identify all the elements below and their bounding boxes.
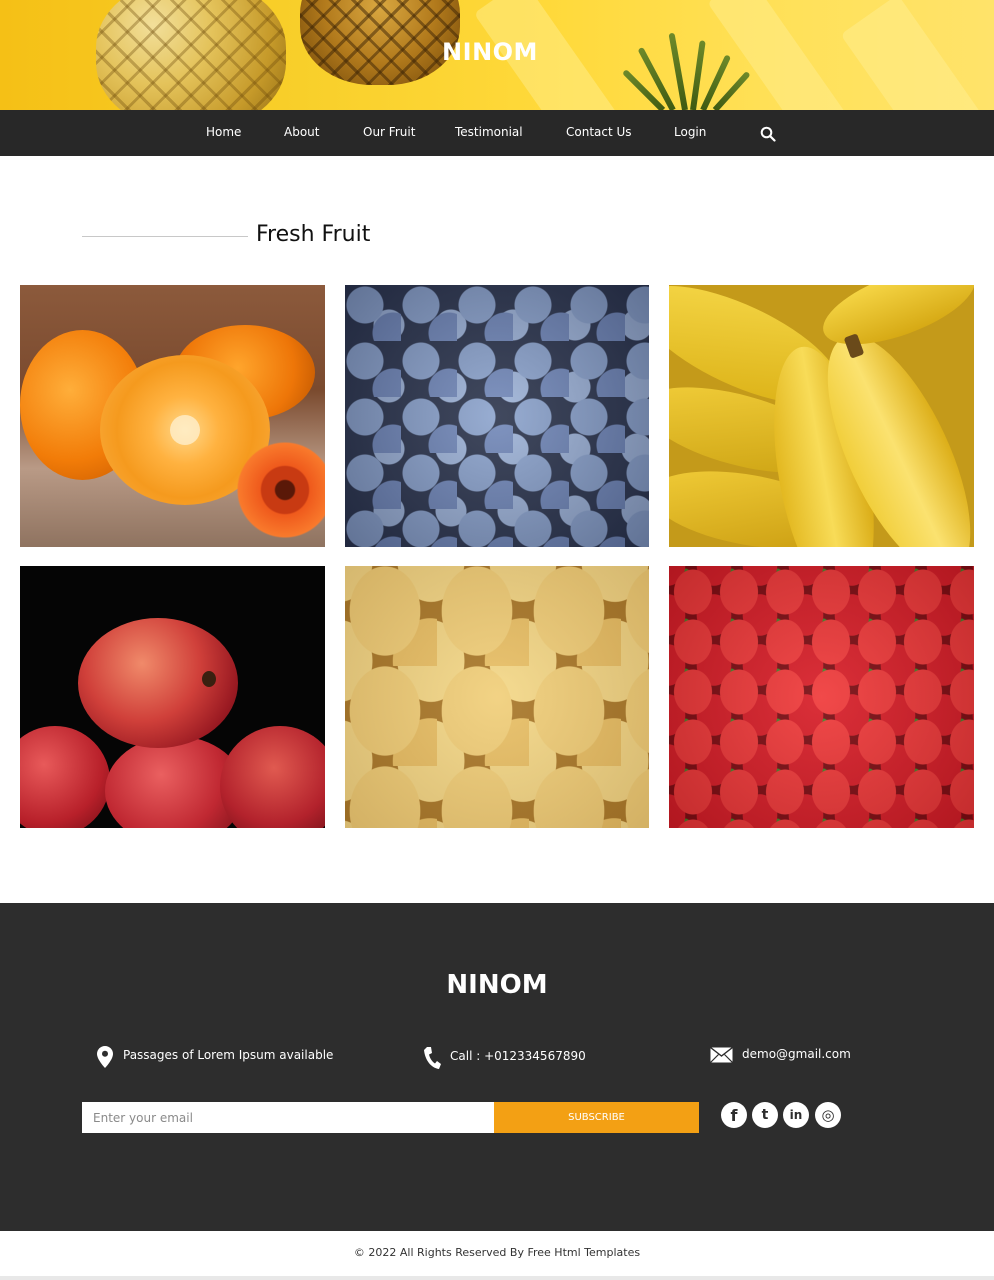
- search-icon[interactable]: [760, 126, 776, 142]
- fruit-tile-apple[interactable]: [20, 566, 325, 828]
- instagram-icon[interactable]: ◎: [815, 1102, 841, 1128]
- nav-item-home[interactable]: Home: [206, 125, 241, 139]
- heading-divider: [82, 236, 248, 237]
- header-banner: NINOM: [0, 0, 994, 110]
- fruit-tile-banana[interactable]: [669, 285, 974, 547]
- footer-email[interactable]: demo@gmail.com: [742, 1047, 851, 1061]
- twitter-icon[interactable]: t: [752, 1102, 778, 1128]
- page: NINOM Home About Our Fruit Testimonial C…: [0, 0, 994, 1280]
- subscribe-button[interactable]: SUBSCRIBE: [494, 1102, 699, 1133]
- nav-item-about[interactable]: About: [284, 125, 319, 139]
- mail-icon: [710, 1047, 733, 1063]
- linkedin-icon[interactable]: in: [783, 1102, 809, 1128]
- copyright-text: © 2022 All Rights Reserved By Free Html …: [353, 1246, 641, 1259]
- nav-item-login[interactable]: Login: [674, 125, 706, 139]
- fruit-tile-mango[interactable]: [345, 566, 649, 828]
- footer: [0, 903, 994, 1231]
- fruit-tile-strawberry[interactable]: [669, 566, 974, 828]
- newsletter-email-input[interactable]: [82, 1102, 494, 1133]
- bottom-divider: [0, 1276, 994, 1280]
- location-pin-icon: [97, 1046, 113, 1068]
- footer-phone[interactable]: Call : +012334567890: [450, 1049, 586, 1063]
- footer-logo[interactable]: NINOM: [0, 970, 994, 1000]
- nav-item-our-fruit[interactable]: Our Fruit: [363, 125, 415, 139]
- fruit-tile-orange[interactable]: [20, 285, 325, 547]
- facebook-icon[interactable]: f: [721, 1102, 747, 1128]
- section-title: Fresh Fruit: [256, 222, 371, 247]
- site-logo[interactable]: NINOM: [0, 38, 980, 66]
- footer-address: Passages of Lorem Ipsum available: [123, 1048, 334, 1062]
- main-nav: Home About Our Fruit Testimonial Contact…: [0, 110, 994, 156]
- fruit-tile-blueberry[interactable]: [345, 285, 649, 547]
- nav-item-testimonial[interactable]: Testimonial: [455, 125, 523, 139]
- nav-item-contact-us[interactable]: Contact Us: [566, 125, 632, 139]
- phone-icon: [424, 1047, 441, 1069]
